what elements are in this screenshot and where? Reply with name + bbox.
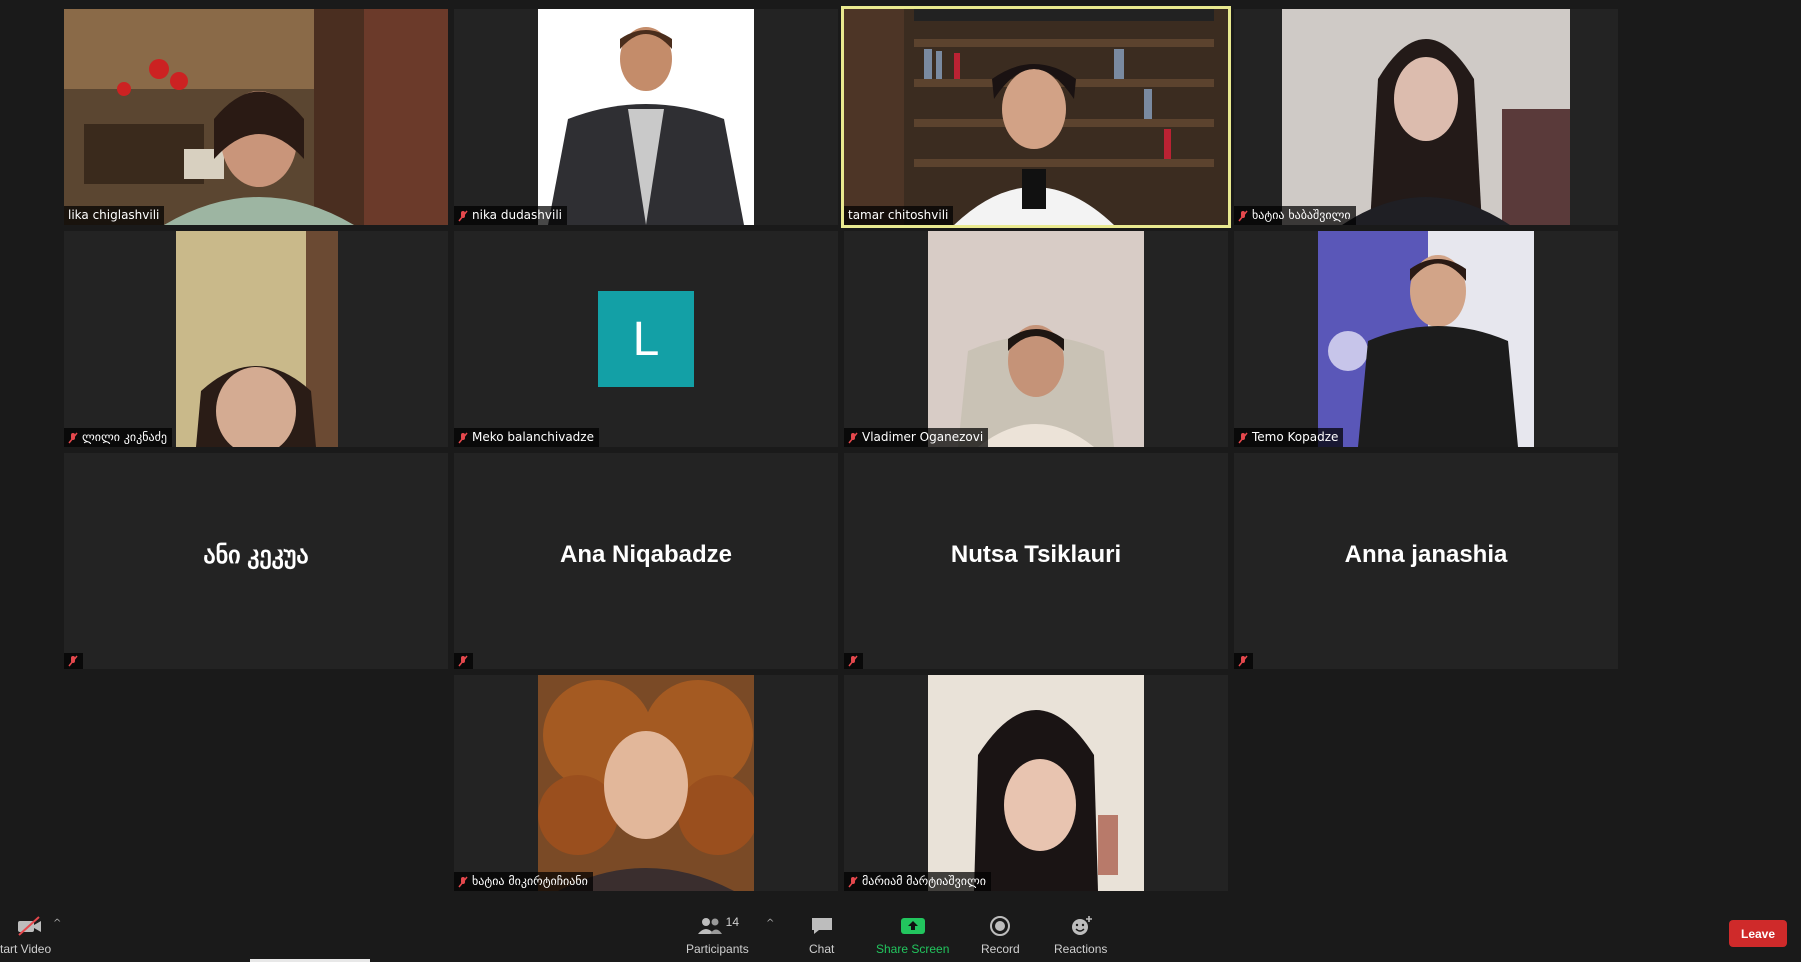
participant-video — [928, 675, 1144, 891]
mic-muted-icon — [458, 210, 468, 221]
mic-muted-icon — [68, 432, 78, 443]
leave-button[interactable]: Leave — [1729, 920, 1787, 947]
participant-name-tag: Temo Kopadze — [1234, 428, 1344, 447]
mic-muted-icon — [1238, 655, 1248, 667]
participant-tile[interactable]: Nutsa Tsiklauri — [844, 453, 1228, 669]
video-options-caret[interactable]: ^ — [53, 918, 61, 929]
participant-name-tag — [454, 653, 473, 669]
video-scene — [928, 231, 1144, 447]
video-scene — [538, 675, 754, 891]
participant-tile[interactable]: Vladimer Oganezovi — [844, 231, 1228, 447]
participant-display-name: Anna janashia — [1344, 541, 1508, 568]
mic-muted-icon — [1238, 210, 1248, 221]
participant-tile[interactable]: lika chiglashvili — [64, 9, 448, 225]
mic-muted-icon — [458, 655, 468, 667]
participant-name: Vladimer Oganezovi — [862, 430, 984, 444]
reactions-button[interactable]: Reactions — [1054, 914, 1107, 956]
participant-name: ხატია ხაბაშვილი — [1252, 208, 1351, 222]
participant-video — [176, 231, 338, 447]
mic-muted-icon — [458, 876, 468, 887]
mic-muted-icon — [458, 432, 468, 443]
participant-name-tag: lika chiglashvili — [64, 206, 165, 225]
participant-tile[interactable]: Temo Kopadze — [1234, 231, 1618, 447]
participant-name: ლილი კიკნაძე — [82, 430, 167, 444]
share-screen-icon — [900, 918, 925, 934]
video-off-icon — [17, 916, 41, 936]
record-label: Record — [981, 942, 1020, 956]
participant-name-tag — [64, 653, 83, 669]
video-scene — [844, 9, 1228, 225]
participant-video — [64, 9, 448, 225]
participants-options-caret[interactable]: ^ — [766, 918, 774, 929]
meeting-toolbar: tart Video ^ 14 Participants ^ Chat Shar — [0, 902, 1801, 962]
share-screen-button[interactable]: Share Screen — [876, 914, 949, 956]
participant-name-tag: ლილი კიკნაძე — [64, 428, 172, 447]
chat-button[interactable]: Chat — [809, 914, 834, 956]
avatar: L — [598, 291, 694, 387]
mic-muted-icon — [68, 655, 78, 667]
video-scene — [64, 9, 448, 225]
record-button[interactable]: Record — [981, 914, 1020, 956]
participant-video — [538, 675, 754, 891]
mic-muted-icon — [848, 655, 858, 667]
reactions-icon — [1071, 916, 1092, 935]
video-scene — [1318, 231, 1534, 447]
participant-name-tag: Vladimer Oganezovi — [844, 428, 989, 447]
participant-tile[interactable]: ხატია ხაბაშვილი — [1234, 9, 1618, 225]
record-icon — [990, 916, 1011, 936]
participant-video — [844, 9, 1228, 225]
participant-tile-active-speaker[interactable]: tamar chitoshvili — [841, 6, 1231, 228]
chat-icon — [811, 918, 832, 934]
participant-video — [928, 231, 1144, 447]
participant-name-tag: nika dudashvili — [454, 206, 567, 225]
participant-tile[interactable]: ლილი კიკნაძე — [64, 231, 448, 447]
participant-name: ხატია მიკირტიჩიანი — [472, 874, 588, 888]
participant-tile[interactable]: Ana Niqabadze — [454, 453, 838, 669]
mic-muted-icon — [848, 876, 858, 887]
participant-name: nika dudashvili — [472, 208, 562, 222]
participant-name: Meko balanchivadze — [472, 430, 594, 444]
participant-video — [1282, 9, 1570, 225]
participant-name: tamar chitoshvili — [848, 208, 949, 222]
video-scene — [538, 9, 754, 225]
mic-muted-icon — [1238, 432, 1248, 443]
share-screen-label: Share Screen — [876, 942, 950, 956]
participant-display-name: ანი კეკუა — [203, 542, 309, 569]
participant-name-tag: ხატია მიკირტიჩიანი — [454, 872, 593, 891]
participant-name-tag: ხატია ხაბაშვილი — [1234, 206, 1356, 225]
participant-name: Temo Kopadze — [1252, 430, 1339, 444]
participant-name: lika chiglashvili — [68, 208, 160, 222]
video-scene — [176, 231, 338, 447]
mic-muted-icon — [848, 432, 858, 443]
participants-icon — [697, 918, 722, 934]
video-scene — [1282, 9, 1570, 225]
chat-label: Chat — [809, 942, 835, 956]
participant-tile[interactable]: L Meko balanchivadze — [454, 231, 838, 447]
participant-tile[interactable]: ანი კეკუა — [64, 453, 448, 669]
participant-name: მარიამ მარტიაშვილი — [862, 874, 986, 888]
participants-button[interactable]: 14 Participants — [686, 914, 749, 956]
start-video-label: tart Video — [0, 942, 52, 956]
participant-display-name: Nutsa Tsiklauri — [950, 541, 1122, 568]
participants-label: Participants — [686, 942, 749, 956]
participant-name-tag: Meko balanchivadze — [454, 428, 599, 447]
participant-tile[interactable]: ხატია მიკირტიჩიანი — [454, 675, 838, 891]
participants-count: 14 — [725, 915, 740, 929]
participant-name-tag: tamar chitoshvili — [844, 206, 954, 225]
participant-name-tag — [1234, 653, 1253, 669]
start-video-button[interactable]: tart Video — [0, 914, 51, 956]
participant-display-name: Ana Niqabadze — [559, 541, 733, 568]
reactions-label: Reactions — [1054, 942, 1108, 956]
participant-name-tag: მარიამ მარტიაშვილი — [844, 872, 991, 891]
participant-tile[interactable]: მარიამ მარტიაშვილი — [844, 675, 1228, 891]
video-scene — [928, 675, 1144, 891]
participant-video — [1318, 231, 1534, 447]
participant-name-tag — [844, 653, 863, 669]
participant-tile[interactable]: Anna janashia — [1234, 453, 1618, 669]
participant-video — [538, 9, 754, 225]
participant-tile[interactable]: nika dudashvili — [454, 9, 838, 225]
